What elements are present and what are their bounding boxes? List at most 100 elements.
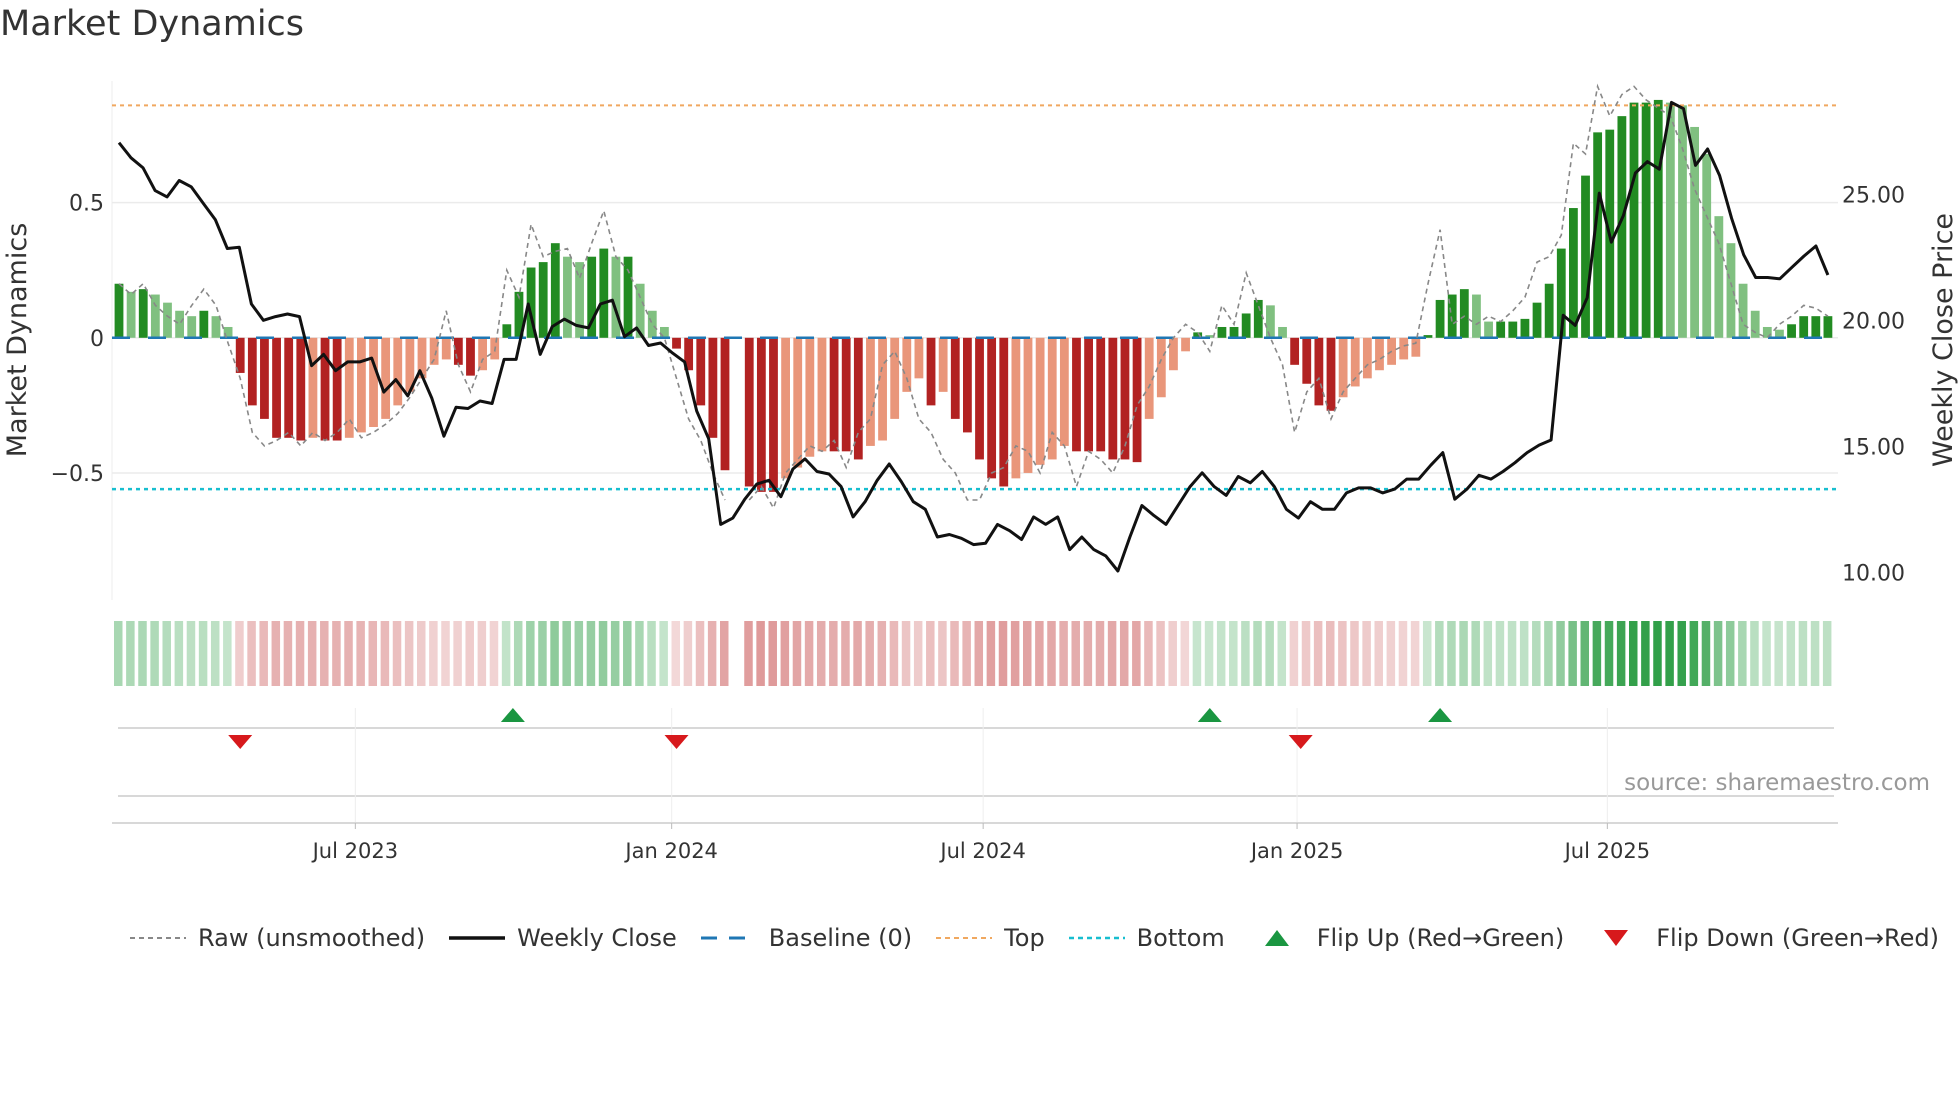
legend-swatch-flip-up-icon: [1264, 930, 1289, 946]
heat-cell: [671, 621, 681, 686]
heat-cell: [1023, 621, 1032, 686]
heat-cell: [1592, 621, 1602, 686]
heat-cell: [271, 621, 281, 686]
heat-cell: [707, 621, 717, 686]
momentum-bar: [696, 337, 706, 406]
legend-item-bottom: Bottom: [1067, 924, 1225, 952]
momentum-bar: [1375, 337, 1384, 371]
flip-down-marker: [664, 735, 689, 749]
heat-cell: [683, 621, 693, 686]
momentum-bar: [1787, 324, 1796, 338]
momentum-bar: [1702, 153, 1712, 338]
heat-cell: [1386, 621, 1396, 686]
legend-item-flip-down: Flip Down (Green→Red): [1586, 924, 1939, 952]
heat-cell: [756, 621, 765, 686]
heat-cell: [1738, 621, 1747, 686]
heat-cell: [1774, 621, 1783, 686]
legend-label: Raw (unsmoothed): [198, 924, 426, 952]
heat-cell: [114, 621, 123, 686]
momentum-bar: [1302, 337, 1312, 384]
heat-cell: [1507, 621, 1517, 686]
momentum-bar: [1217, 326, 1227, 338]
right-tick-label: 20.00: [1842, 309, 1905, 334]
heat-cell: [126, 621, 135, 686]
momentum-bar: [357, 337, 366, 433]
momentum-bar: [1253, 299, 1263, 338]
legend-label: Top: [1004, 924, 1045, 952]
heat-cell: [598, 621, 608, 686]
heat-cell: [1447, 621, 1456, 686]
heat-cell: [1083, 621, 1093, 686]
heat-cell: [174, 621, 184, 686]
momentum-bar: [805, 337, 815, 457]
heat-cell: [453, 621, 462, 686]
heat-cell: [792, 621, 802, 686]
heat-strip: [114, 621, 1832, 686]
momentum-bar: [720, 337, 730, 471]
momentum-bar: [1169, 337, 1178, 371]
heat-cell: [1107, 621, 1117, 686]
flip-up-marker: [500, 708, 525, 722]
heat-cell: [1132, 621, 1141, 686]
heat-cell: [1580, 621, 1590, 686]
heat-cell: [1544, 621, 1553, 686]
momentum-bar: [175, 310, 184, 338]
momentum-bar: [647, 310, 657, 338]
legend-label: Flip Up (Red→Green): [1316, 924, 1565, 952]
momentum-bar: [660, 326, 669, 338]
heat-cell: [1253, 621, 1262, 686]
momentum-bar: [1762, 326, 1772, 338]
heat-cell: [429, 621, 438, 686]
heat-cell: [1350, 621, 1359, 686]
momentum-bar: [829, 337, 839, 452]
momentum-bar: [150, 294, 160, 338]
momentum-bar: [975, 337, 984, 460]
momentum-bar: [1229, 326, 1239, 338]
heat-cell: [1701, 621, 1711, 686]
heat-cell: [998, 621, 1008, 686]
momentum-bar: [708, 337, 718, 438]
heat-cell: [441, 621, 450, 686]
heat-cell: [1095, 621, 1105, 686]
heat-cell: [1713, 621, 1723, 686]
heat-cell: [1410, 621, 1420, 686]
heat-cell: [1338, 621, 1347, 686]
heat-cell: [1519, 621, 1529, 686]
heat-cell: [877, 621, 887, 686]
heat-cell: [198, 621, 208, 686]
x-axis: Jul 2023 Jan 2024 Jul 2024 Jan 2025 Jul 2025: [112, 822, 1838, 863]
heat-cell: [1810, 621, 1820, 686]
heat-cell: [647, 621, 656, 686]
heat-cell: [417, 621, 426, 686]
heat-cell: [1677, 621, 1686, 686]
heat-cell: [913, 621, 923, 686]
heat-cell: [829, 621, 838, 686]
momentum-bar: [1241, 313, 1251, 338]
heat-cell: [1229, 621, 1238, 686]
x-tick-label: Jul 2023: [311, 839, 398, 863]
heat-cell: [1422, 621, 1432, 686]
heat-cell: [380, 621, 390, 686]
momentum-bar: [1399, 337, 1409, 360]
right-tick-label: 10.00: [1842, 561, 1905, 586]
heat-cell: [344, 621, 353, 686]
heat-cell: [635, 621, 644, 686]
momentum-bar: [853, 337, 863, 460]
momentum-bar: [938, 337, 948, 392]
momentum-bar: [623, 256, 633, 338]
heat-cell: [1435, 621, 1444, 686]
heat-cell: [1119, 621, 1129, 686]
heat-cell: [538, 621, 547, 686]
left-tick-label: 0.5: [69, 192, 104, 217]
momentum-bar: [381, 337, 391, 419]
momentum-bar: [1799, 316, 1809, 338]
legend-swatch-flip-down-icon: [1604, 930, 1629, 946]
legend-swatch-top-icon: [936, 937, 993, 939]
momentum-bar: [1738, 283, 1748, 338]
heat-cell: [720, 621, 729, 686]
heat-cell: [1471, 621, 1480, 686]
momentum-bar: [1326, 337, 1336, 411]
heat-cell: [1047, 621, 1056, 686]
heat-cell: [1301, 621, 1311, 686]
momentum-bar: [332, 337, 342, 441]
